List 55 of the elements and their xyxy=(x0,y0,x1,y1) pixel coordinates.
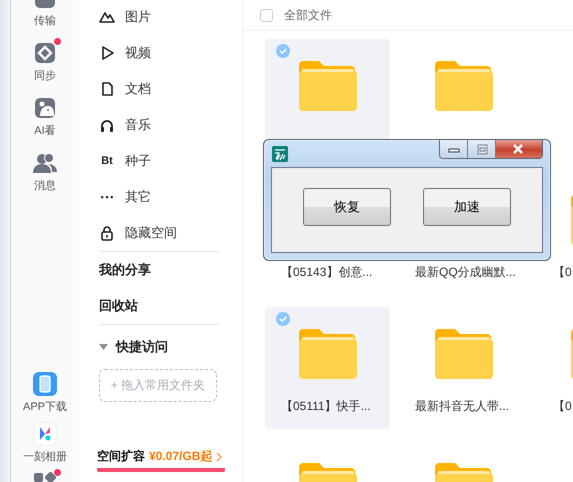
more-icon xyxy=(101,196,113,198)
category-item[interactable]: 视频 xyxy=(99,35,242,71)
torrent-label: Bt xyxy=(101,155,113,167)
rail-item-label[interactable]: 同步 xyxy=(34,68,56,83)
category-item[interactable]: Bt 种子 xyxy=(99,143,242,179)
close-button[interactable] xyxy=(496,140,542,158)
folder-name: 【0 xyxy=(552,398,572,415)
people-icon xyxy=(33,151,57,175)
category-item[interactable]: 隐藏空间 xyxy=(99,215,242,251)
folder-card[interactable]: 【0 xyxy=(537,173,573,295)
minimize-button[interactable] xyxy=(440,140,468,158)
rail-item-label[interactable]: 一刻相册 xyxy=(23,449,67,464)
dialog-button[interactable]: 恢复 xyxy=(303,188,391,226)
category-item[interactable]: 文档 xyxy=(99,71,242,107)
category-item[interactable]: 音乐 xyxy=(99,107,242,143)
folder-icon xyxy=(432,327,494,381)
app-icon xyxy=(272,146,288,162)
promo-label[interactable]: 空间扩容 xyxy=(97,448,145,465)
maximize-button[interactable] xyxy=(468,140,496,158)
check-icon xyxy=(276,312,290,326)
folder-name: 最新抖音无人带... xyxy=(414,398,510,415)
folder-name: 【05111】快手... xyxy=(280,398,371,415)
mountain-icon xyxy=(99,9,115,25)
folder-name: 【0 xyxy=(552,264,572,281)
folder-name: 最新QQ分成幽默... xyxy=(414,264,516,281)
folder-name: 【05143】创意... xyxy=(280,264,372,281)
sync-icon xyxy=(33,41,57,65)
quick-access-heading: 快捷访问 xyxy=(116,338,168,356)
rail-item-label[interactable]: APP下载 xyxy=(22,399,67,414)
select-all-checkbox[interactable] xyxy=(260,8,273,22)
nav-section[interactable]: 回收站 xyxy=(99,288,242,324)
folder-card[interactable]: 【0 xyxy=(537,307,573,429)
rail-item-label[interactable]: 传输 xyxy=(34,13,56,28)
folder-card[interactable]: 最新抖音无人带... xyxy=(401,307,526,429)
folder-icon xyxy=(296,327,358,381)
album-app-icon xyxy=(33,422,57,446)
dialog-button[interactable]: 加速 xyxy=(423,188,511,226)
folder-card[interactable]: 【05111】快手... xyxy=(265,307,390,429)
chevron-icon xyxy=(216,452,222,462)
document-icon xyxy=(99,81,115,97)
robot-icon xyxy=(33,96,57,120)
check-icon xyxy=(276,44,290,58)
folder-icon xyxy=(296,59,358,113)
folder-icon xyxy=(432,59,494,113)
category-item[interactable]: 图片 xyxy=(99,0,242,35)
nav-section[interactable]: 我的分享 xyxy=(99,252,242,288)
play-icon xyxy=(99,45,115,61)
headphones-icon xyxy=(99,117,115,133)
rail-item-label[interactable]: 消息 xyxy=(34,178,56,193)
breadcrumb: 全部文件 xyxy=(284,6,332,24)
lock-icon xyxy=(99,225,115,241)
phone-icon xyxy=(33,372,57,396)
category-item[interactable]: 其它 xyxy=(99,179,242,215)
caret-icon[interactable] xyxy=(99,343,108,351)
rail-item-label[interactable]: AI看 xyxy=(34,123,56,138)
